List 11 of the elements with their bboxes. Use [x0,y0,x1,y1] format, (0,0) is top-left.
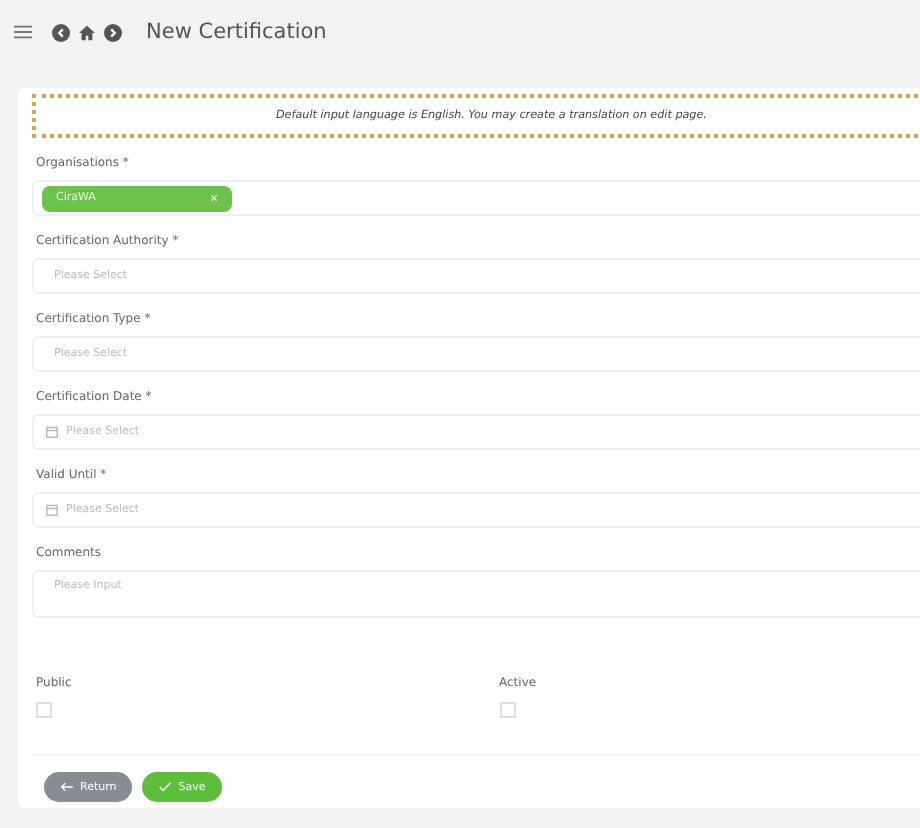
arrow-left-icon [60,782,74,792]
calendar-icon [46,426,58,438]
home-icon[interactable] [78,23,96,41]
checkbox[interactable] [499,702,515,718]
checkmark-icon [158,782,173,792]
forward-icon[interactable] [104,23,122,41]
calendar-icon [46,504,58,516]
menu-icon[interactable] [14,24,32,40]
checkbox[interactable] [36,702,52,718]
page-title: New Certification [146,20,327,44]
back-icon[interactable] [52,23,70,41]
